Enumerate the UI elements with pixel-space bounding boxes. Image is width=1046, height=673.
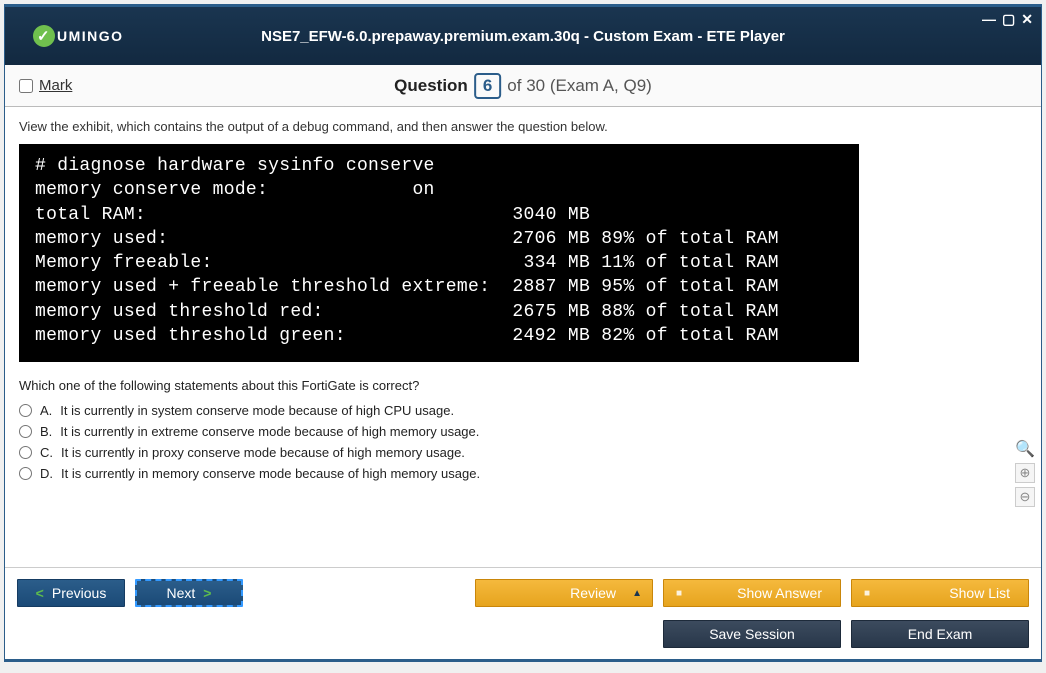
mark-toggle[interactable]: Mark xyxy=(19,77,72,94)
chevron-left-icon: < xyxy=(36,585,44,601)
question-total: of 30 (Exam A, Q9) xyxy=(507,76,652,96)
option-b-radio[interactable] xyxy=(19,425,32,438)
stop-icon: ■ xyxy=(864,588,870,599)
question-number: 6 xyxy=(474,73,501,99)
show-list-button[interactable]: ■ Show List xyxy=(851,579,1029,607)
option-text: It is currently in proxy conserve mode b… xyxy=(61,445,465,460)
option-text: It is currently in extreme conserve mode… xyxy=(60,424,479,439)
option-letter: B. xyxy=(40,424,52,439)
option-text: It is currently in memory conserve mode … xyxy=(61,466,480,481)
app-window: ✓ UMINGO NSE7_EFW-6.0.prepaway.premium.e… xyxy=(4,4,1042,662)
maximize-icon[interactable]: ▢ xyxy=(1002,11,1015,28)
logo-check-icon: ✓ xyxy=(33,25,55,47)
zoom-in-button[interactable]: ⊕ xyxy=(1015,463,1035,483)
previous-button[interactable]: < Previous xyxy=(17,579,125,607)
titlebar: ✓ UMINGO NSE7_EFW-6.0.prepaway.premium.e… xyxy=(5,7,1041,65)
end-exam-button[interactable]: End Exam xyxy=(851,620,1029,648)
review-label: Review xyxy=(570,585,616,601)
zoom-out-button[interactable]: ⊖ xyxy=(1015,487,1035,507)
review-button[interactable]: Review ▲ xyxy=(475,579,653,607)
question-label: Question xyxy=(394,76,468,96)
next-button[interactable]: Next > xyxy=(135,579,243,607)
option-letter: D. xyxy=(40,466,53,481)
close-icon[interactable]: ✕ xyxy=(1021,11,1033,28)
magnify-icon[interactable]: 🔍 xyxy=(1015,439,1035,459)
option-letter: C. xyxy=(40,445,53,460)
option-letter: A. xyxy=(40,403,52,418)
triangle-up-icon: ▲ xyxy=(632,588,642,599)
window-title: NSE7_EFW-6.0.prepaway.premium.exam.30q -… xyxy=(261,28,785,45)
option-c-radio[interactable] xyxy=(19,446,32,459)
option-d-radio[interactable] xyxy=(19,467,32,480)
show-list-label: Show List xyxy=(949,585,1010,601)
content-area: View the exhibit, which contains the out… xyxy=(5,107,1041,567)
window-controls: — ▢ ✕ xyxy=(982,11,1033,28)
zoom-tools: 🔍 ⊕ ⊖ xyxy=(1015,439,1035,507)
footer: < Previous Next > Review ▲ ■ Show Answer… xyxy=(5,567,1041,659)
stop-icon: ■ xyxy=(676,588,682,599)
question-bar: Mark Question 6 of 30 (Exam A, Q9) xyxy=(5,65,1041,107)
end-exam-label: End Exam xyxy=(908,626,973,642)
save-session-button[interactable]: Save Session xyxy=(663,620,841,648)
previous-label: Previous xyxy=(52,585,106,601)
option-d[interactable]: D. It is currently in memory conserve mo… xyxy=(19,466,1027,481)
save-session-label: Save Session xyxy=(709,626,795,642)
minimize-icon[interactable]: — xyxy=(982,11,996,28)
mark-label: Mark xyxy=(39,77,72,94)
show-answer-button[interactable]: ■ Show Answer xyxy=(663,579,841,607)
next-label: Next xyxy=(167,585,196,601)
chevron-right-icon: > xyxy=(203,585,211,601)
option-a[interactable]: A. It is currently in system conserve mo… xyxy=(19,403,1027,418)
logo: ✓ UMINGO xyxy=(33,25,124,47)
show-answer-label: Show Answer xyxy=(737,585,822,601)
option-a-radio[interactable] xyxy=(19,404,32,417)
instruction-text: View the exhibit, which contains the out… xyxy=(19,119,1027,134)
option-c[interactable]: C. It is currently in proxy conserve mod… xyxy=(19,445,1027,460)
option-b[interactable]: B. It is currently in extreme conserve m… xyxy=(19,424,1027,439)
mark-checkbox[interactable] xyxy=(19,79,33,93)
option-text: It is currently in system conserve mode … xyxy=(60,403,454,418)
exhibit-terminal: # diagnose hardware sysinfo conserve mem… xyxy=(19,144,859,362)
answer-options: A. It is currently in system conserve mo… xyxy=(19,403,1027,481)
logo-text: UMINGO xyxy=(57,28,124,44)
question-indicator: Question 6 of 30 (Exam A, Q9) xyxy=(394,73,652,99)
question-text: Which one of the following statements ab… xyxy=(19,378,1027,393)
